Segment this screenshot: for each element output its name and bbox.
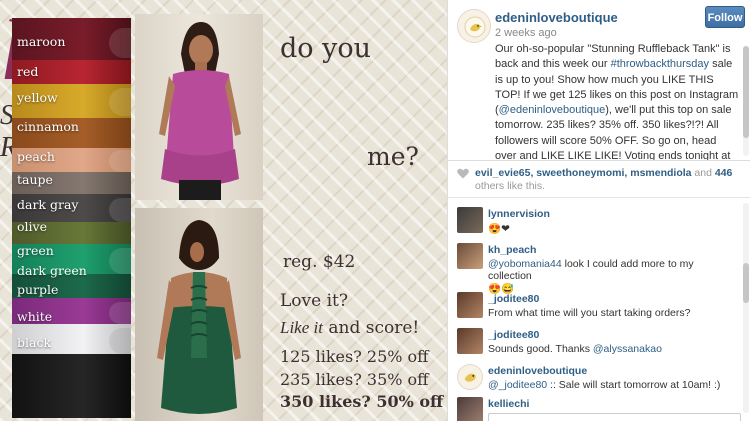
color-label-black: black [17,335,52,350]
comment-item: _joditee80 Sounds good. Thanks @alyssana… [448,328,743,358]
bird-logo-icon [464,373,476,382]
comment-text: @_joditee80 :: Sale will start tomorrow … [488,379,738,391]
like-it-emphasis: Like it [280,318,323,337]
likes-suffix: others like this. [475,180,546,192]
liker-names[interactable]: evil_evie65, sweethoneymomi, msmendiola [475,167,692,179]
comment-mention-link[interactable]: @yobomania44 [488,258,562,270]
post-side-panel: edeninloveboutique 2 weeks ago Follow Ou… [447,0,750,421]
color-label-white: white [17,309,53,324]
tier-235-likes: 235 likes? 35% off [280,370,429,389]
comment-text: Sounds good. Thanks @alyssanakao [488,343,738,355]
like-it-text: Like it and score! [280,318,419,338]
likers-and: and [691,167,715,179]
commenter-avatar[interactable] [457,328,483,354]
model-photo-pink-top [135,14,263,200]
post-caption: Our oh-so-popular "Stunning Ruffleback T… [495,42,739,160]
comments-scrollbar[interactable] [743,203,749,413]
comment-username[interactable]: kh_peach [488,244,536,256]
comment-username[interactable]: _joditee80 [488,293,539,305]
comment-username[interactable]: edeninloveboutique [488,365,587,377]
color-label-maroon: maroon [17,34,66,49]
comment-text: 😍❤ [488,223,510,235]
caption-mention-link[interactable]: @edeninloveboutique [499,104,606,116]
comments-list: lynnervision 😍❤ kh_peach @yobomania44 lo… [448,199,750,421]
color-label-olive: olive [17,219,47,234]
caption-scrollbar[interactable] [743,46,749,156]
likes-count[interactable]: 446 [715,167,733,179]
headline-do-you: do you [280,33,372,64]
comment-mention-link[interactable]: @_joditee80 [488,379,547,391]
commenter-avatar[interactable] [457,292,483,318]
color-label-yellow: yellow [17,90,58,105]
owner-avatar[interactable] [457,9,491,43]
bird-logo-icon [464,16,486,38]
comment-username[interactable]: lynnervision [488,208,550,220]
tier-125-likes: 125 likes? 25% off [280,347,429,366]
follow-button[interactable]: Follow [705,6,745,28]
commenter-avatar[interactable] [457,243,483,269]
comment-item: lynnervision 😍❤ [448,207,743,239]
comment-body: :: Sale will start tomorrow at 10am! :) [547,379,721,391]
comment-body: Sounds good. Thanks [488,343,593,355]
commenter-avatar[interactable] [457,364,483,390]
likers-text: evil_evie65, sweethoneymomi, msmendiola … [475,167,745,193]
color-label-purple: purple [17,282,59,297]
like-it-rest: and score! [322,318,420,338]
comment-username[interactable]: _joditee80 [488,329,539,341]
regular-price: reg. $42 [283,252,356,272]
comment-mention-link[interactable]: @alyssanakao [593,343,662,355]
comment-input[interactable] [488,413,741,421]
color-label-dark-gray: dark gray [17,197,79,212]
color-label-red: red [17,64,39,79]
comment-item: _joditee80 From what time will you start… [448,292,743,322]
commenter-avatar[interactable] [457,397,483,421]
model-photo-green-back [135,208,263,421]
post-image: maroon red yellow cinnamon peach taupe d… [0,0,447,421]
comment-text: From what time will you start taking ord… [488,307,691,319]
headline-me: me? [367,142,419,171]
color-label-green: green [17,243,54,258]
comments-scroll-thumb[interactable] [743,263,749,303]
heart-icon[interactable] [457,168,469,179]
color-label-taupe: taupe [17,172,53,187]
comment-item: edeninloveboutique @_joditee80 :: Sale w… [448,364,743,394]
tier-350-likes: 350 likes? 50% off [280,392,444,411]
caption-scroll-thumb[interactable] [743,46,749,138]
commenter-avatar[interactable] [457,207,483,233]
owner-username[interactable]: edeninloveboutique [495,10,618,25]
comment-item: kh_peach @yobomania44 look I could add m… [448,243,743,295]
color-label-peach: peach [17,149,55,164]
caption-hashtag-link[interactable]: #throwbackthursday [611,58,709,70]
comment-username[interactable]: kelliechi [488,398,529,410]
color-label-dark-green: dark green [17,263,87,278]
comment-text: @yobomania44 look I could add more to my… [488,258,738,295]
love-it-text: Love it? [280,291,348,311]
likes-summary: evil_evie65, sweethoneymomi, msmendiola … [448,160,750,198]
post-timestamp: 2 weeks ago [495,27,557,39]
color-label-cinnamon: cinnamon [17,119,79,134]
caption-area: edeninloveboutique 2 weeks ago Follow Ou… [448,0,750,160]
